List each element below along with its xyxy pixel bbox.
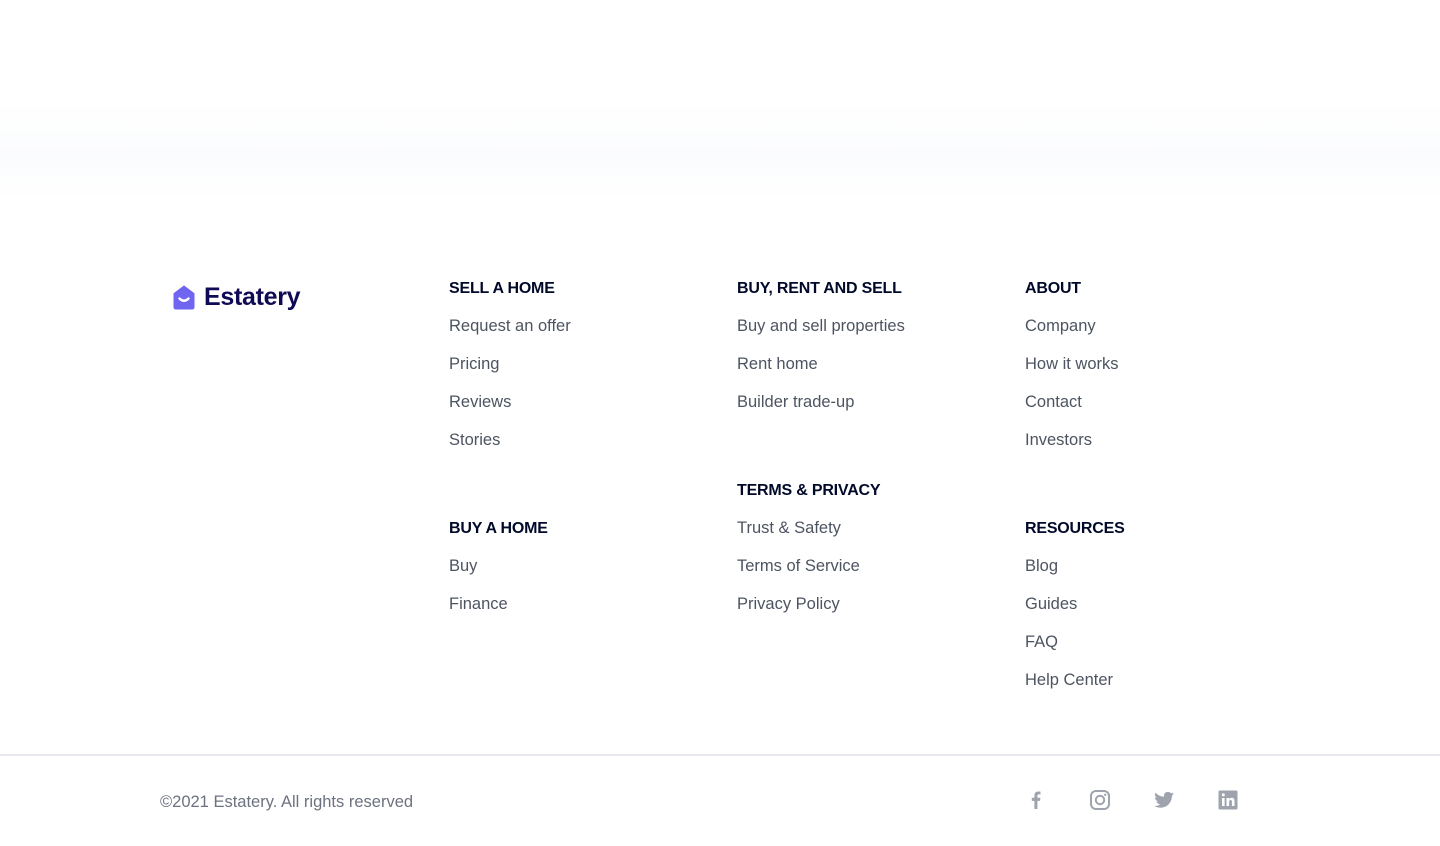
copyright-text: ©2021 Estatery. All rights reserved [160,793,414,811]
footer-link-privacy-policy[interactable]: Privacy Policy [737,594,880,614]
top-section-background [0,0,1440,200]
footer-heading-resources: RESOURCES [1025,520,1125,537]
footer-heading-about: ABOUT [1025,280,1081,297]
footer-heading-terms-privacy: TERMS & PRIVACY [737,482,881,499]
footer-heading-buy-a-home: BUY A HOME [449,520,548,537]
footer-link-buy[interactable]: Buy [449,556,548,576]
house-smile-icon [173,285,195,310]
footer-column-about: ABOUT Company How it works Contact Inves… [1025,279,1119,468]
footer-link-contact[interactable]: Contact [1025,392,1119,412]
footer-link-builder-trade-up[interactable]: Builder trade-up [737,392,905,412]
footer-link-request-an-offer[interactable]: Request an offer [449,316,571,336]
footer-link-rent-home[interactable]: Rent home [737,354,905,374]
footer-column-buy-a-home: BUY A HOME Buy Finance [449,519,548,632]
footer-link-terms-of-service[interactable]: Terms of Service [737,556,880,576]
instagram-icon[interactable] [1088,788,1112,812]
twitter-icon[interactable] [1152,788,1176,812]
facebook-icon[interactable] [1024,788,1048,812]
footer-link-finance[interactable]: Finance [449,594,548,614]
footer-link-company[interactable]: Company [1025,316,1119,336]
footer-column-resources: RESOURCES Blog Guides FAQ Help Center [1025,519,1125,708]
footer-link-how-it-works[interactable]: How it works [1025,354,1119,374]
footer-link-guides[interactable]: Guides [1025,594,1125,614]
footer-link-pricing[interactable]: Pricing [449,354,571,374]
footer-heading-buy-rent-sell: BUY, RENT AND SELL [737,280,902,297]
footer-column-buy-rent-sell: BUY, RENT AND SELL Buy and sell properti… [737,279,905,430]
linkedin-icon[interactable] [1216,788,1240,812]
footer-column-terms-privacy: TERMS & PRIVACY Trust & Safety Terms of … [737,481,881,632]
footer-link-trust-safety[interactable]: Trust & Safety [737,518,880,538]
social-links [1024,788,1240,812]
footer-link-blog[interactable]: Blog [1025,556,1125,576]
footer-heading-sell-a-home: SELL A HOME [449,280,555,297]
footer-divider [0,754,1440,756]
footer-link-investors[interactable]: Investors [1025,430,1119,450]
brand-name: Estatery [204,283,301,311]
footer-link-help-center[interactable]: Help Center [1025,670,1125,690]
brand-logo[interactable]: Estatery [172,282,301,312]
footer-link-stories[interactable]: Stories [449,430,571,450]
footer-link-reviews[interactable]: Reviews [449,392,571,412]
footer-link-faq[interactable]: FAQ [1025,632,1125,652]
footer-column-sell-a-home: SELL A HOME Request an offer Pricing Rev… [449,279,571,468]
footer-link-buy-and-sell-properties[interactable]: Buy and sell properties [737,316,905,336]
